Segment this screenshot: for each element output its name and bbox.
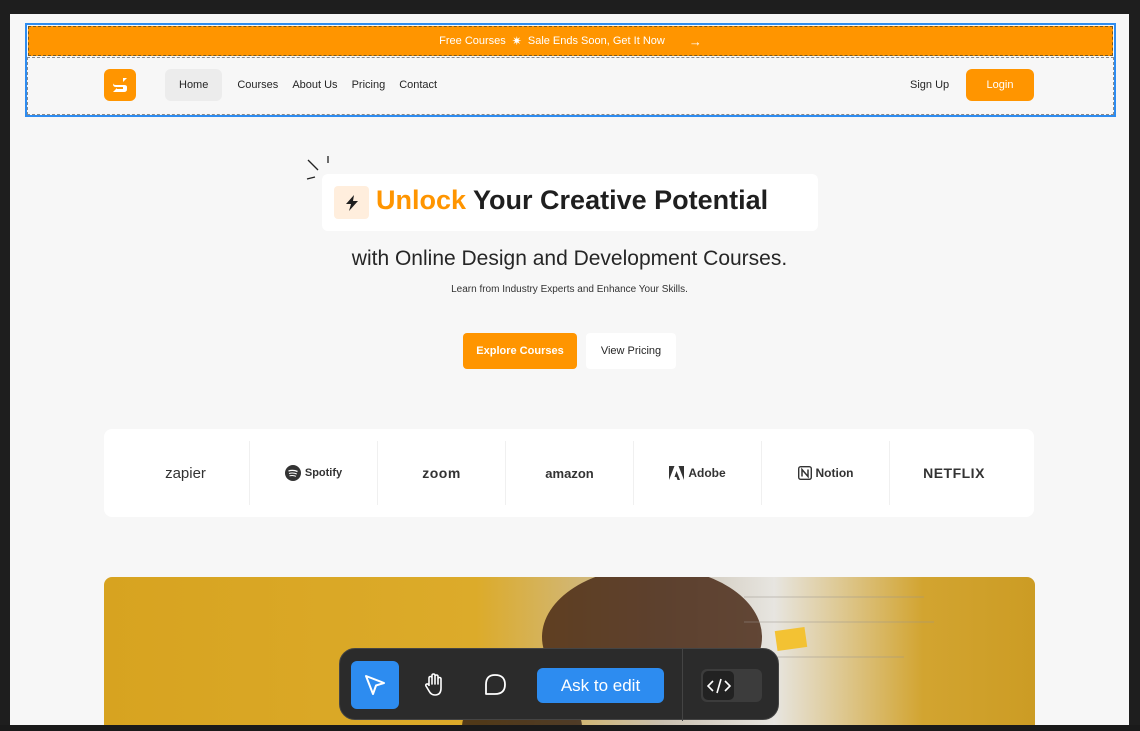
notion-logo: Notion: [762, 441, 890, 505]
code-icon: [703, 671, 734, 700]
comment-icon: [485, 674, 506, 695]
hand-tool-button[interactable]: [411, 661, 459, 709]
amazon-logo-text: amazon: [545, 465, 594, 481]
hand-icon: [424, 673, 442, 696]
select-tool-button[interactable]: [351, 661, 399, 709]
headline-box: Unlock Your Creative Potential: [322, 174, 818, 231]
page-canvas: Free Courses ✷ Sale Ends Soon, Get It No…: [10, 14, 1129, 725]
headline-rest: Your Creative Potential: [466, 185, 769, 215]
bolt-icon: [334, 186, 369, 219]
bottom-bar: [0, 725, 1140, 731]
partner-logos: zapier Spotify zoom amazon Adobe Notion …: [104, 429, 1034, 517]
adobe-logo-text: Adobe: [688, 466, 726, 480]
editor-toolbar: Ask to edit: [339, 648, 779, 721]
hero-tagline: Learn from Industry Experts and Enhance …: [451, 284, 688, 295]
zoom-logo: zoom: [378, 441, 506, 505]
adobe-logo: Adobe: [634, 441, 762, 505]
ask-to-edit-button[interactable]: Ask to edit: [537, 668, 664, 703]
netflix-logo-text: NETFLIX: [923, 465, 985, 481]
code-view-toggle[interactable]: [701, 669, 762, 702]
hero-headline: Unlock Your Creative Potential: [376, 185, 768, 216]
notion-logo-text: Notion: [815, 466, 854, 480]
zoom-logo-text: zoom: [422, 465, 461, 481]
toolbar-divider: [682, 649, 683, 721]
cursor-icon: [365, 675, 385, 695]
headline-accent-word: Unlock: [376, 185, 467, 215]
comment-tool-button[interactable]: [471, 661, 519, 709]
notion-icon: [797, 466, 812, 480]
netflix-logo: NETFLIX: [890, 441, 1018, 505]
view-pricing-button[interactable]: View Pricing: [586, 333, 676, 369]
zapier-logo-text: zapier: [165, 464, 206, 482]
spotify-icon: [284, 465, 301, 481]
adobe-icon: [669, 466, 685, 480]
spotify-logo: Spotify: [250, 441, 378, 505]
spotify-logo-text: Spotify: [304, 467, 343, 479]
amazon-logo: amazon: [506, 441, 634, 505]
explore-courses-button[interactable]: Explore Courses: [463, 333, 577, 369]
zapier-logo: zapier: [122, 441, 250, 505]
selection-inner-outline: [27, 57, 1114, 115]
hero-subheading: with Online Design and Development Cours…: [351, 247, 788, 270]
